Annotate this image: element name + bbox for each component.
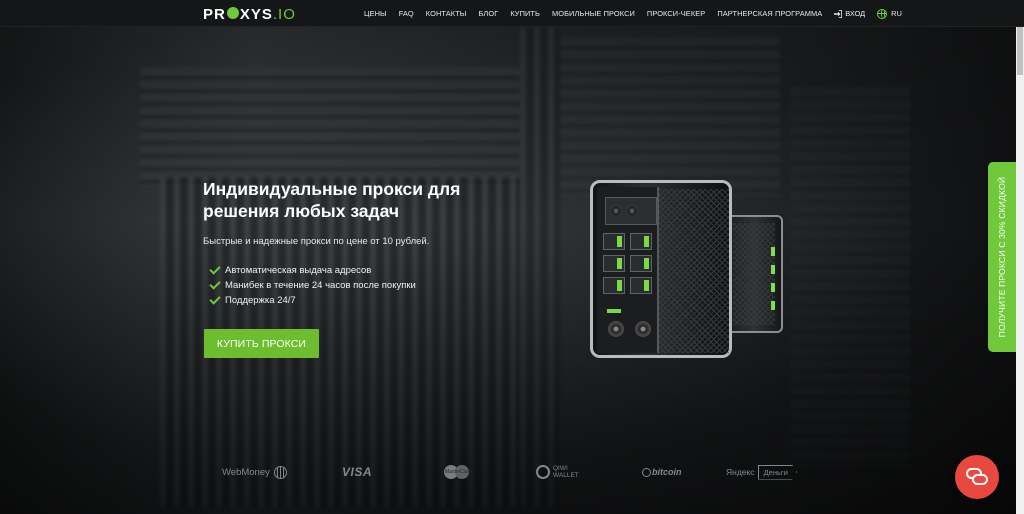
feature-item: Манибек в течение 24 часов после покупки bbox=[209, 278, 416, 293]
visa-logo: VISA bbox=[342, 460, 372, 484]
bitcoin-logo: bitcoin bbox=[642, 460, 682, 484]
yandex-money-text: Деньги bbox=[757, 464, 797, 480]
logo-text-io: .IO bbox=[272, 5, 296, 23]
logo-text-s: S bbox=[261, 5, 273, 23]
checkmark-icon bbox=[209, 263, 221, 275]
buy-proxy-button[interactable]: КУПИТЬ ПРОКСИ bbox=[204, 329, 319, 358]
server-illustration bbox=[590, 180, 732, 358]
qiwi-text: QIWI bbox=[553, 465, 568, 472]
nav-link-contacts[interactable]: КОНТАКТЫ bbox=[426, 9, 467, 18]
hero-shade bbox=[0, 27, 1016, 514]
payment-methods: WebMoney VISA MasterCard QIWI WALLET bit… bbox=[0, 460, 1016, 484]
nav-link-blog[interactable]: БЛОГ bbox=[478, 9, 498, 18]
login-label: ВХОД bbox=[845, 9, 866, 18]
top-navigation-bar: PR XY S .IO ЦЕНЫ FAQ КОНТАКТЫ БЛОГ КУПИТ… bbox=[0, 0, 1024, 27]
discount-tab-label: ПОЛУЧИТЕ ПРОКСИ С 30% СКИДКОЙ bbox=[997, 176, 1008, 338]
discount-side-tab[interactable]: ПОЛУЧИТЕ ПРОКСИ С 30% СКИДКОЙ bbox=[988, 162, 1016, 352]
language-label: RU bbox=[891, 9, 902, 18]
hero-section bbox=[0, 27, 1016, 514]
scrollbar-thumb[interactable] bbox=[1017, 27, 1023, 75]
login-link[interactable]: ВХОД bbox=[834, 9, 865, 18]
nav-link-buy[interactable]: КУПИТЬ bbox=[510, 9, 540, 18]
bitcoin-icon bbox=[642, 467, 651, 477]
qiwi-icon bbox=[536, 465, 550, 479]
server-illustration-back bbox=[725, 215, 783, 333]
logo-text-pr: PR bbox=[203, 5, 226, 23]
chat-button[interactable] bbox=[955, 455, 999, 499]
page-scrollbar[interactable] bbox=[1016, 0, 1024, 514]
globe-icon bbox=[877, 8, 888, 19]
yandex-money-logo: Яндекс Деньги bbox=[726, 460, 797, 484]
main-menu: ЦЕНЫ FAQ КОНТАКТЫ БЛОГ КУПИТЬ МОБИЛЬНЫЕ … bbox=[364, 0, 902, 27]
nav-link-mobile-proxy[interactable]: МОБИЛЬНЫЕ ПРОКСИ bbox=[552, 9, 635, 18]
webmoney-text: WebMoney bbox=[222, 466, 270, 478]
visa-text: VISA bbox=[342, 465, 373, 479]
logo-o-icon bbox=[226, 7, 239, 19]
language-switcher[interactable]: RU bbox=[877, 8, 902, 19]
hero-title: Индивидуальные прокси для решения любых … bbox=[203, 179, 461, 221]
qiwi-wallet-text: WALLET bbox=[553, 472, 579, 479]
sign-in-icon bbox=[834, 9, 843, 18]
hero-subtitle: Быстрые и надежные прокси по цене от 10 … bbox=[203, 236, 430, 247]
webmoney-logo: WebMoney bbox=[222, 460, 287, 484]
mastercard-text: MasterCard bbox=[445, 469, 472, 475]
nav-link-affiliate[interactable]: ПАРТНЕРСКАЯ ПРОГРАММА bbox=[717, 9, 822, 18]
nav-link-proxy-checker[interactable]: ПРОКСИ-ЧЕКЕР bbox=[647, 9, 705, 18]
feature-item: Поддержка 24/7 bbox=[209, 293, 416, 308]
nav-link-prices[interactable]: ЦЕНЫ bbox=[364, 9, 387, 18]
nav-link-faq[interactable]: FAQ bbox=[399, 9, 414, 18]
mastercard-logo: MasterCard bbox=[444, 460, 472, 484]
checkmark-icon bbox=[209, 293, 221, 305]
feature-text: Автоматическая выдача адресов bbox=[225, 265, 372, 276]
feature-text: Поддержка 24/7 bbox=[225, 295, 296, 306]
chat-bubble-second bbox=[972, 474, 988, 485]
feature-item: Автоматическая выдача адресов bbox=[209, 263, 416, 278]
proxys-logo[interactable]: PR XY S .IO bbox=[203, 5, 296, 23]
webmoney-globe-icon bbox=[273, 465, 287, 479]
bitcoin-text: bitcoin bbox=[652, 467, 682, 477]
qiwi-logo: QIWI WALLET bbox=[536, 460, 579, 484]
checkmark-icon bbox=[209, 278, 221, 290]
yandex-text: Яндекс bbox=[726, 467, 755, 477]
feature-text: Манибек в течение 24 часов после покупки bbox=[225, 280, 416, 291]
logo-text-xy: XY bbox=[239, 5, 262, 23]
feature-list: Автоматическая выдача адресов Манибек в … bbox=[209, 263, 416, 308]
